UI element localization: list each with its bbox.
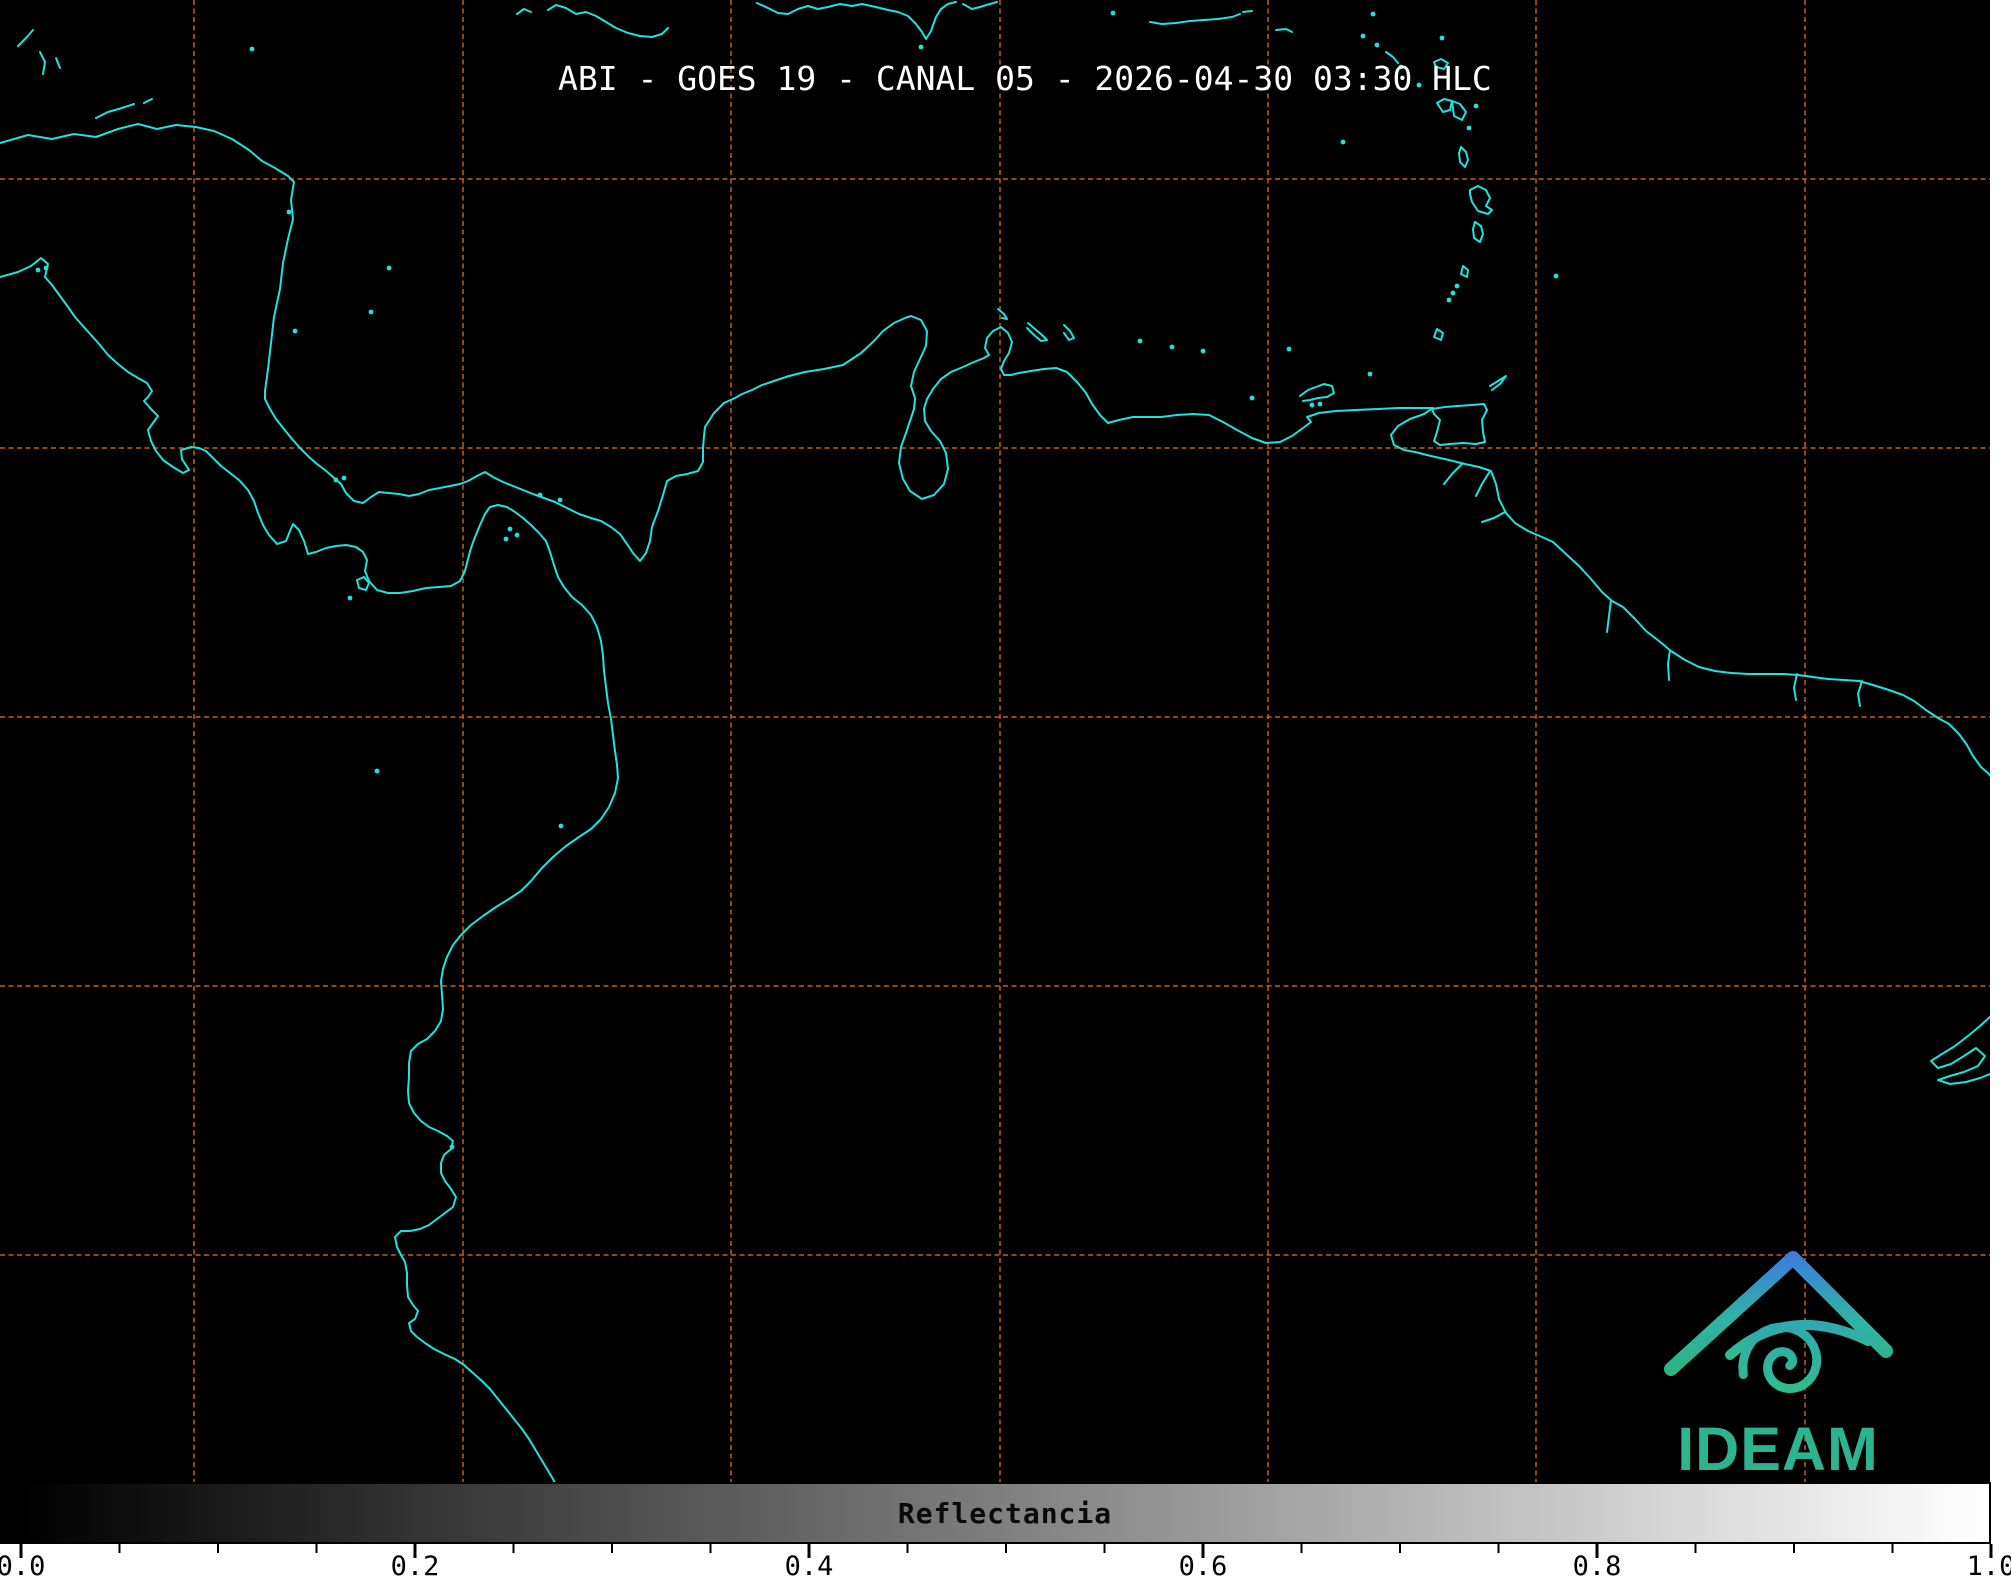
- coastline-jamaica-west-tip: [516, 8, 532, 15]
- coastline-orinoco-delta-channel-2: [1475, 470, 1491, 497]
- island-dot: [1446, 297, 1452, 303]
- colorbar-tick-label: 0.4: [785, 1551, 834, 1577]
- coastline-st-vincent: [1460, 265, 1469, 278]
- coastline-essequibo-river: [1606, 599, 1612, 633]
- island-dot: [918, 44, 924, 50]
- island-dot: [43, 265, 49, 271]
- ideam-logo: IDEAM: [1664, 1251, 1893, 1483]
- island-dot: [35, 267, 41, 273]
- coastline-belize-cay-1: [17, 29, 34, 47]
- coastline-trinidad: [1431, 403, 1488, 446]
- island-dot: [347, 595, 353, 601]
- island-dot: [341, 475, 347, 481]
- colorbar: Reflectancia: [19, 1482, 1991, 1544]
- map-plot: IDEAM: [0, 0, 1990, 1544]
- satellite-image-viewer: IDEAM ABI - GOES 19 - CANAL 05 - 2026-04…: [0, 0, 2011, 1577]
- coastline-jamaica-south-coast: [547, 4, 669, 38]
- island-dot: [1553, 273, 1559, 279]
- island-dot: [1169, 344, 1175, 350]
- coastline-berbice-river: [1667, 649, 1671, 681]
- coastline-belize-cay-2: [39, 51, 46, 75]
- island-dot: [449, 1144, 455, 1150]
- island-dot: [1450, 290, 1456, 296]
- island-dot: [1367, 371, 1373, 377]
- map-title: ABI - GOES 19 - CANAL 05 - 2026-04-30 03…: [558, 59, 1492, 98]
- island-dot: [333, 477, 339, 483]
- coastline-orinoco-delta-channel-1: [1443, 463, 1463, 485]
- logo-ideam-text: IDEAM: [1677, 1415, 1879, 1483]
- colorbar-tick-label: 0.8: [1573, 1551, 1622, 1577]
- coastline-guadeloupe-west: [1436, 98, 1453, 113]
- island-dot: [292, 328, 298, 334]
- coastline-roatan: [95, 103, 135, 119]
- island-dot: [1317, 401, 1323, 407]
- island-dot: [1340, 139, 1346, 145]
- island-dot: [1200, 348, 1206, 354]
- island-dot: [249, 46, 255, 52]
- colorbar-tick-label: 0.0: [0, 1551, 45, 1577]
- logo-hurricane-spiral-icon: [1738, 1322, 1822, 1394]
- coastlines: [0, 1, 1990, 1544]
- coastline-vieques: [1242, 10, 1253, 13]
- coastline-hispaniola-south-coast: [756, 1, 957, 40]
- coastline-margarita: [1299, 383, 1335, 402]
- island-dot: [558, 823, 564, 829]
- coastline-martinique: [1469, 185, 1493, 215]
- coastline-suriname-river: [1793, 673, 1798, 701]
- island-dot: [386, 265, 392, 271]
- island-dot: [1370, 11, 1376, 17]
- island-dot: [503, 536, 509, 542]
- coastline-maroni-river: [1857, 680, 1863, 707]
- graticule: [0, 0, 1990, 1544]
- coastline-dominica: [1458, 146, 1469, 168]
- colorbar-tick-label: 0.6: [1179, 1551, 1228, 1577]
- island-dot: [514, 532, 520, 538]
- island-dot: [368, 309, 374, 315]
- island-dot: [1360, 33, 1366, 39]
- coastline-st-croix: [1275, 28, 1293, 33]
- island-dot: [507, 526, 513, 532]
- island-dot: [1309, 402, 1315, 408]
- island-dot: [537, 492, 543, 498]
- coastline-caribbean-mainland-coast: [0, 123, 1990, 778]
- island-dot: [374, 768, 380, 774]
- island-dot: [557, 497, 563, 503]
- island-dot: [1286, 346, 1292, 352]
- coastline-amazon-river-bank: [1930, 1015, 1990, 1085]
- map-canvas: IDEAM ABI - GOES 19 - CANAL 05 - 2026-04…: [0, 0, 1990, 1544]
- coastline-hispaniola-east-coast: [962, 1, 998, 10]
- island-dot: [1473, 103, 1479, 109]
- colorbar-label: Reflectancia: [897, 1496, 1113, 1530]
- island-dot: [1439, 35, 1445, 41]
- coastline-st-lucia: [1472, 221, 1484, 243]
- coastline-guanaja: [143, 98, 153, 104]
- coastline-tobago: [1489, 375, 1507, 391]
- coastline-guadeloupe-east: [1451, 100, 1467, 121]
- island-dot: [1454, 283, 1460, 289]
- coastline-grenada: [1433, 328, 1444, 341]
- island-dot: [1374, 42, 1380, 48]
- coastline-orinoco-inner-channel: [1481, 511, 1506, 523]
- island-dot: [1110, 10, 1116, 16]
- island-dot: [1137, 338, 1143, 344]
- coastline-puerto-rico-south-coast: [1149, 13, 1241, 25]
- island-dot: [1249, 395, 1255, 401]
- coastline-curacao: [1026, 322, 1048, 342]
- island-dot: [286, 209, 292, 215]
- island-dot: [1466, 125, 1472, 131]
- coastline-pacific-mainland-coast: [0, 257, 619, 1544]
- colorbar-tick-label: 0.2: [391, 1551, 440, 1577]
- coastline-bonaire: [1063, 324, 1075, 341]
- colorbar-axis: 0.0 0.2 0.4 0.6 0.8 1.0: [0, 1544, 2011, 1577]
- coastline-belize-cay-3: [55, 57, 61, 69]
- colorbar-tick-label: 1.0: [1967, 1551, 2011, 1577]
